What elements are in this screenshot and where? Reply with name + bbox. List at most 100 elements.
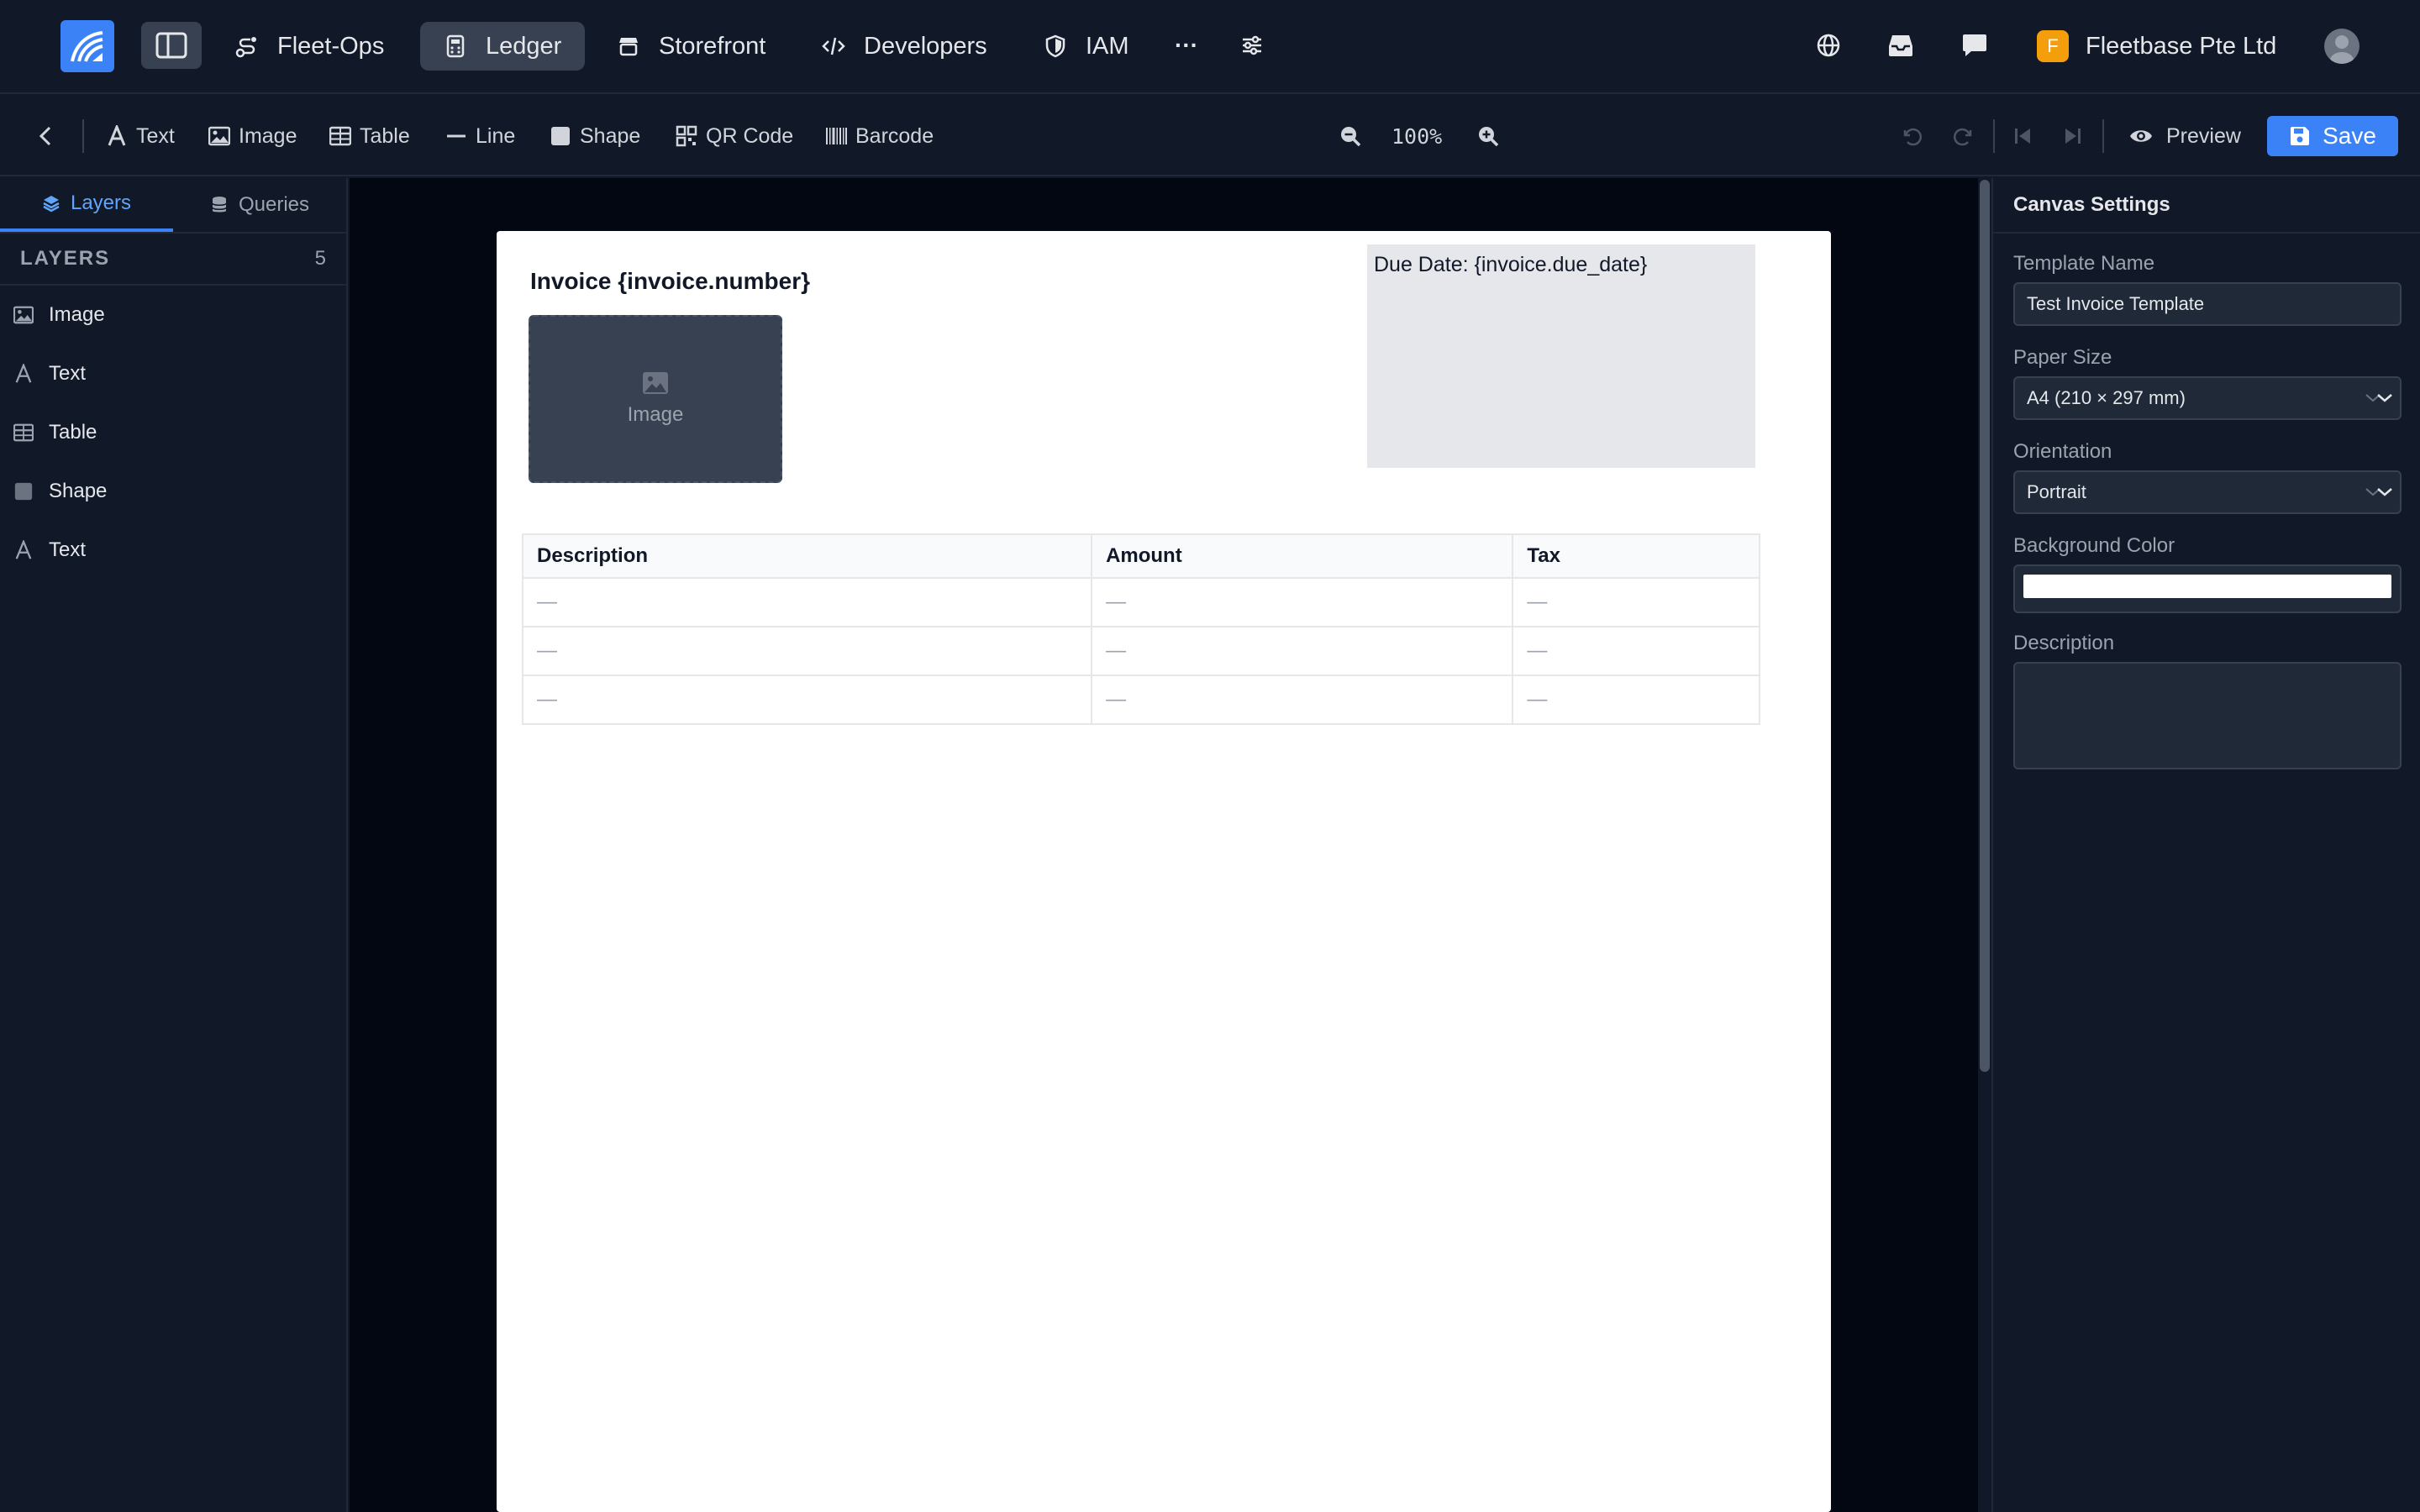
undo-button[interactable] (1901, 119, 1923, 153)
panel-title: Canvas Settings (1993, 178, 2420, 234)
layers-panel: Layers Queries LAYERS 5 Image Text Table… (0, 178, 348, 1512)
table-cell: — (521, 577, 1093, 627)
bring-to-front-button[interactable] (2062, 119, 2084, 153)
invoice-title-element[interactable]: Invoice {invoice.number} (530, 268, 810, 295)
chat-icon (1963, 34, 1986, 56)
canvas-scrollbar[interactable] (1980, 180, 1990, 1072)
image-icon (208, 126, 230, 146)
table-cell: — (1091, 577, 1514, 627)
nav-item-label: Ledger (486, 32, 562, 60)
more-menu-button[interactable]: ··· (1170, 29, 1203, 62)
orientation-select[interactable]: Portrait (2013, 470, 2402, 514)
background-color-picker[interactable] (2013, 564, 2402, 613)
preview-label: Preview (2166, 123, 2241, 148)
nav-item-fleet-ops[interactable]: Fleet-Ops (212, 22, 408, 71)
organization-name[interactable]: Fleetbase Pte Ltd (2086, 30, 2276, 62)
tool-label: Shape (580, 123, 641, 148)
zoom-level: 100% (1392, 123, 1443, 149)
preview-button[interactable]: Preview (2129, 119, 2241, 153)
sidebar-toggle-button[interactable] (141, 22, 202, 69)
nav-item-label: IAM (1086, 32, 1129, 60)
color-swatch (2023, 575, 2391, 598)
image-placeholder-element[interactable]: Image (529, 315, 782, 483)
redo-button[interactable] (1953, 119, 1975, 153)
globe-icon (1817, 34, 1840, 57)
table-cell: — (521, 626, 1093, 676)
layer-label: Table (49, 421, 97, 444)
table-row: — — — (521, 626, 1760, 676)
chat-button[interactable] (1958, 29, 1991, 62)
line-icon (447, 134, 466, 138)
org-badge[interactable]: F (2037, 30, 2069, 62)
add-barcode-tool[interactable]: Barcode (825, 119, 934, 153)
table-header-cell: Tax (1512, 533, 1760, 579)
zoom-in-icon (1479, 127, 1499, 147)
add-shape-tool[interactable]: Shape (550, 119, 640, 153)
text-icon (15, 540, 32, 559)
toolbar-divider (1993, 119, 1995, 153)
save-button[interactable]: Save (2267, 116, 2398, 156)
nav-item-label: Storefront (659, 32, 766, 60)
fleetbase-logo-icon[interactable] (60, 20, 114, 72)
chevron-down-icon (2365, 488, 2392, 496)
layers-count: 5 (314, 247, 326, 270)
code-icon (822, 37, 845, 55)
notifications-button[interactable] (1884, 29, 1918, 62)
add-line-tool[interactable]: Line (445, 119, 515, 153)
calculator-icon (446, 34, 465, 58)
layers-icon (43, 196, 60, 213)
description-textarea[interactable] (2013, 662, 2402, 769)
table-cell: — (1091, 626, 1514, 676)
route-icon (235, 37, 256, 58)
image-placeholder-label: Image (627, 403, 684, 426)
layer-item-image[interactable]: Image (0, 286, 346, 344)
table-cell: — (1091, 675, 1514, 725)
layer-item-shape[interactable]: Shape (0, 462, 346, 521)
sliders-icon (1243, 35, 1261, 55)
panel-left-icon (155, 32, 187, 59)
table-cell: — (521, 675, 1093, 725)
template-canvas-page[interactable]: Invoice {invoice.number} Image Due Date:… (497, 231, 1831, 1512)
paper-size-label: Paper Size (2013, 346, 2112, 369)
tab-label: Layers (70, 192, 132, 214)
table-row: — — — (521, 577, 1760, 627)
tool-label: Barcode (855, 123, 934, 148)
due-date-shape-element[interactable]: Due Date: {invoice.due_date} (1367, 244, 1755, 468)
tab-layers[interactable]: Layers (0, 178, 173, 232)
nav-item-ledger[interactable]: Ledger (420, 22, 586, 71)
shape-icon (551, 127, 570, 145)
layers-heading: LAYERS (20, 247, 111, 270)
panel-tabs: Layers Queries (0, 178, 346, 234)
add-text-tool[interactable]: Text (106, 119, 175, 153)
paper-size-select[interactable]: A4 (210 × 297 mm) (2013, 376, 2402, 420)
zoom-in-button[interactable] (1477, 119, 1499, 153)
tab-label: Queries (238, 193, 310, 216)
user-icon (2330, 35, 2354, 64)
add-table-tool[interactable]: Table (329, 119, 410, 153)
template-name-input[interactable]: Test Invoice Template (2013, 282, 2402, 326)
language-button[interactable] (1812, 29, 1845, 62)
back-button[interactable] (30, 121, 60, 151)
nav-item-iam[interactable]: IAM (1020, 22, 1153, 71)
tab-queries[interactable]: Queries (173, 178, 346, 232)
add-image-tool[interactable]: Image (208, 119, 297, 153)
store-icon (619, 38, 638, 56)
user-avatar[interactable] (2324, 29, 2360, 64)
chevron-left-icon (39, 126, 51, 146)
send-to-back-button[interactable] (2012, 119, 2033, 153)
barcode-icon (826, 128, 847, 144)
layer-item-text[interactable]: Text (0, 521, 346, 580)
table-cell: — (1512, 626, 1760, 676)
navigation-settings-button[interactable] (1235, 29, 1269, 62)
layer-label: Image (49, 303, 105, 326)
invoice-table-element[interactable]: Description Amount Tax — — — — — — — — — (521, 533, 1760, 725)
tool-label: QR Code (706, 123, 794, 148)
shield-icon (1045, 34, 1065, 58)
zoom-out-button[interactable] (1339, 119, 1361, 153)
layer-item-text[interactable]: Text (0, 344, 346, 403)
add-qrcode-tool[interactable]: QR Code (676, 119, 793, 153)
layer-item-table[interactable]: Table (0, 403, 346, 462)
nav-item-storefront[interactable]: Storefront (593, 22, 789, 71)
nav-item-developers[interactable]: Developers (798, 22, 1011, 71)
more-icon: ··· (1175, 32, 1198, 58)
